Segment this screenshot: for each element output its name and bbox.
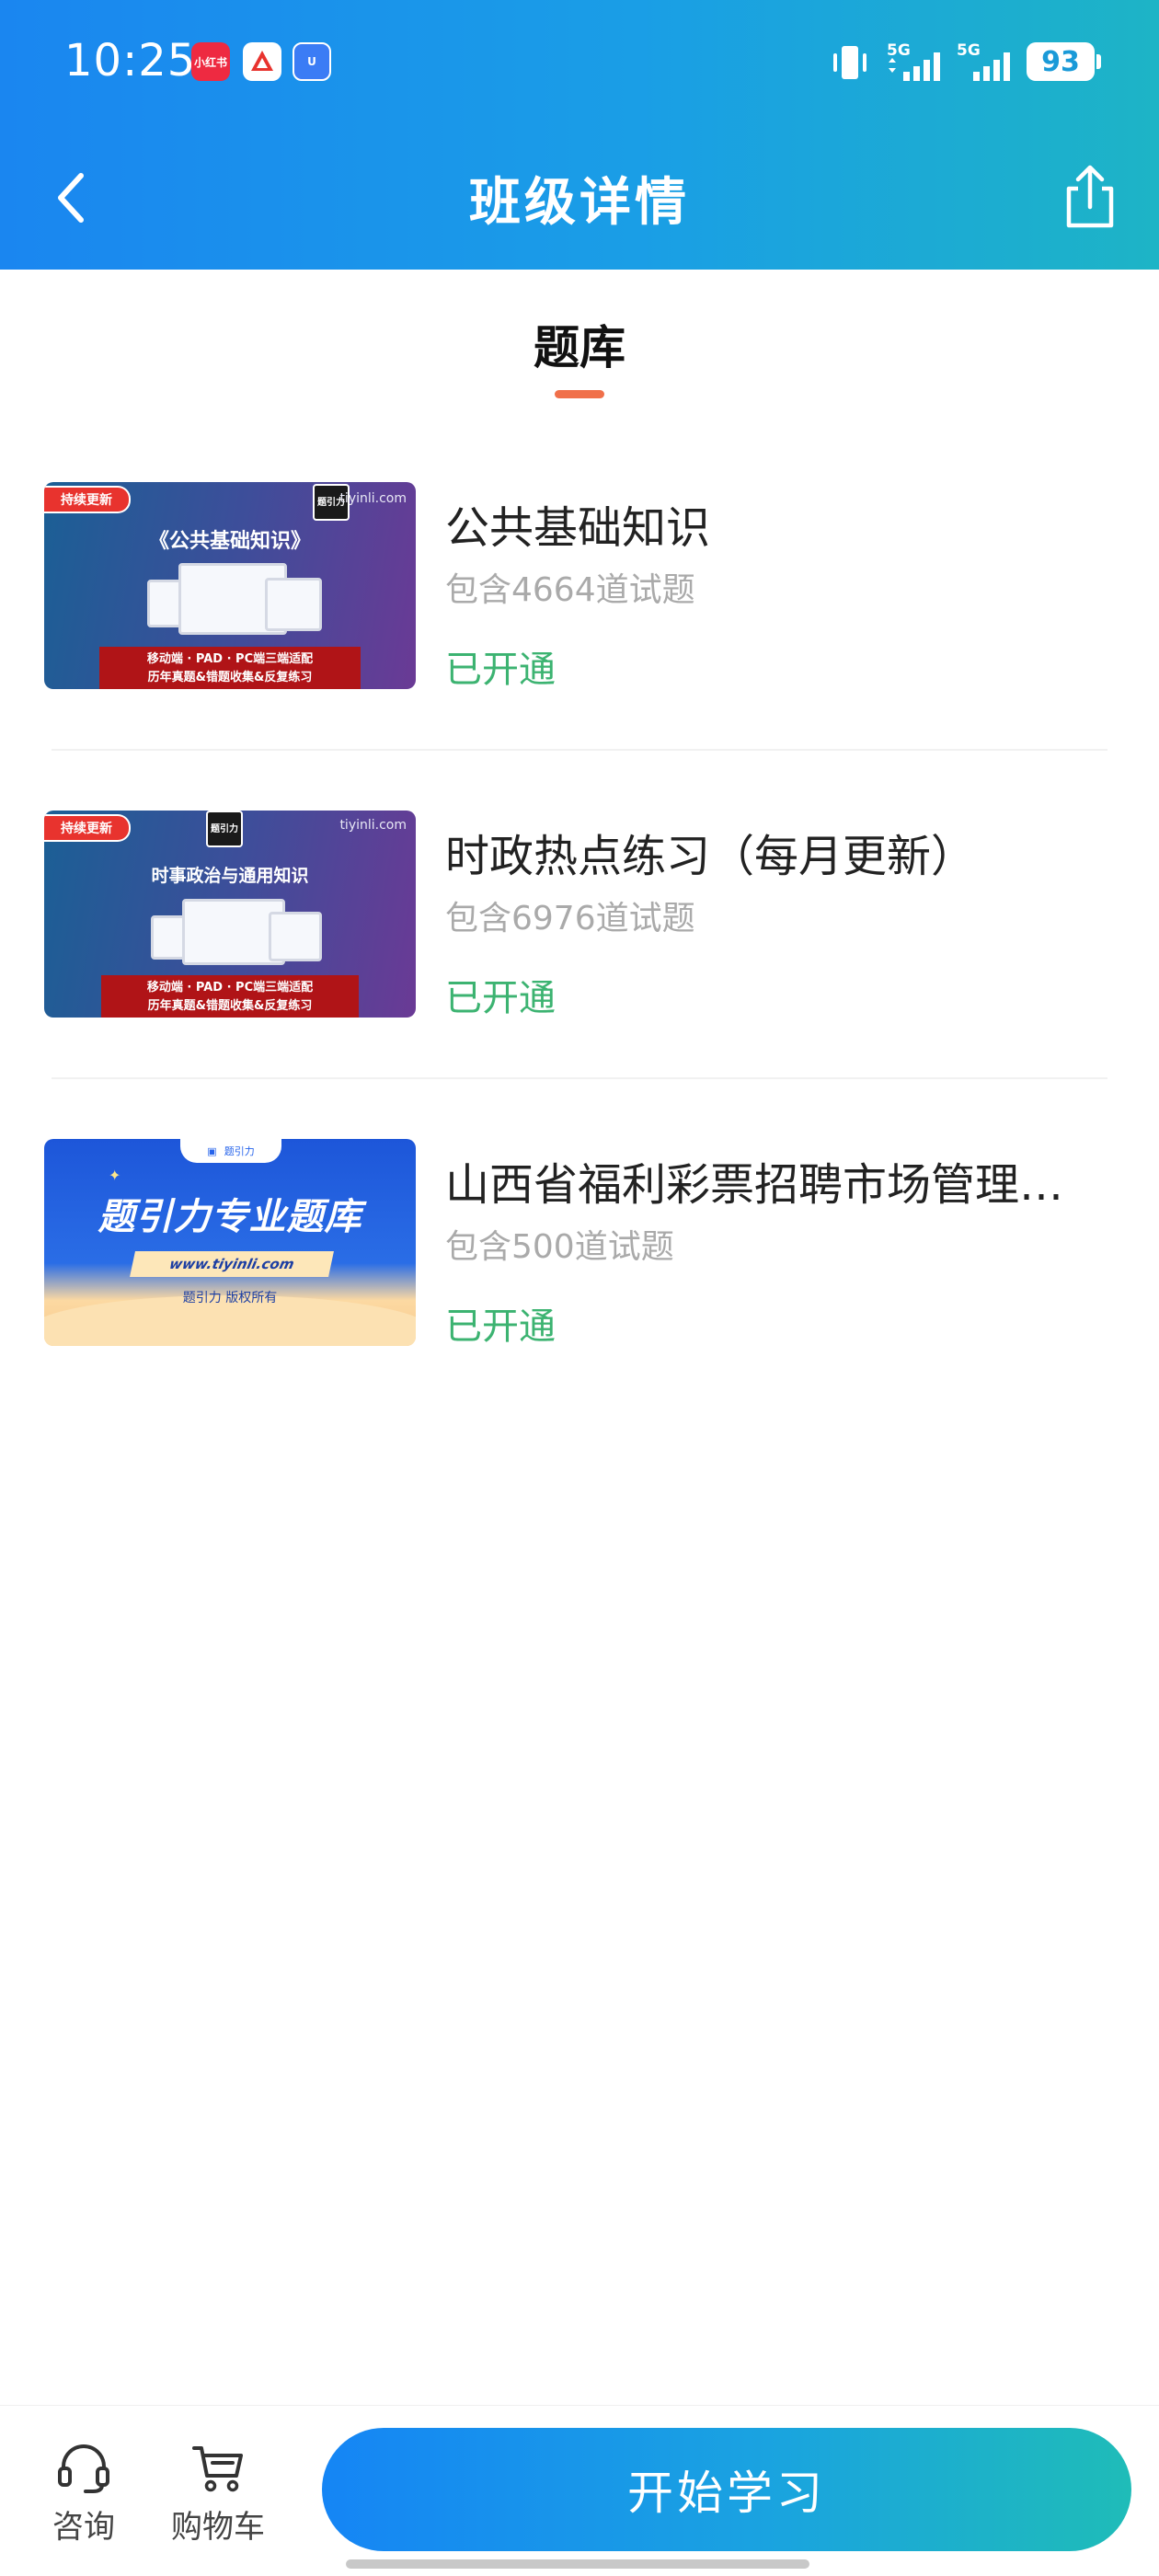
thumbnail-tab: ▣ 题引力 <box>180 1139 281 1163</box>
tab-label: 题引力 <box>224 1145 255 1157</box>
thumbnail-copyright: 题引力 版权所有 <box>182 1291 278 1305</box>
bottom-action-bar: 咨询 购物车 开始学习 <box>0 2405 1159 2576</box>
question-bank-list: 持续更新 题引力 tiyinli.com 《公共基础知识》 移动端 · PAD … <box>0 460 1159 1445</box>
cart-button[interactable]: 购物车 <box>158 2406 278 2553</box>
svg-text:5G: 5G <box>887 41 911 60</box>
thumbnail-heading: 题引力专业题库 <box>98 1196 362 1238</box>
page-title: 班级详情 <box>469 173 690 233</box>
thumbnail-banner: 移动端 · PAD · PC端三端适配 历年真题&错题收集&反复练习 <box>101 975 359 1018</box>
tab-logo-icon: ▣ <box>207 1144 217 1157</box>
signal-5g-icon-2: 5G <box>957 41 1010 81</box>
thumbnail-banner: 移动端 · PAD · PC端三端适配 历年真题&错题收集&反复练习 <box>99 647 361 689</box>
brand-logo: 题引力 <box>206 811 243 847</box>
phone-mockup <box>151 915 186 960</box>
consult-button[interactable]: 咨询 <box>24 2406 143 2553</box>
course-thumbnail: ▣ 题引力 ✦ 题引力专业题库 www.tiyinli.com 题引力 版权所有 <box>44 1139 416 1346</box>
item-question-count: 包含4664道试题 <box>445 571 695 609</box>
list-item-shanxi-lottery[interactable]: ▣ 题引力 ✦ 题引力专业题库 www.tiyinli.com 题引力 版权所有… <box>0 1117 1159 1445</box>
status-bar: 10:25 小红书 U 5G 5G 93 <box>0 0 1159 124</box>
item-status: 已开通 <box>445 1305 556 1348</box>
consult-label: 咨询 <box>52 2509 115 2546</box>
headset-icon <box>58 2444 109 2493</box>
sparkle-icon: ✦ <box>109 1167 121 1184</box>
brand-url: tiyinli.com <box>339 818 407 833</box>
section-title-question-bank[interactable]: 题库 <box>0 311 1159 377</box>
item-status: 已开通 <box>445 977 556 1019</box>
item-title: 山西省福利彩票招聘市场管理… <box>445 1159 1064 1211</box>
thumbnail-heading: 《公共基础知识》 <box>148 530 311 553</box>
item-question-count: 包含500道试题 <box>445 1228 674 1266</box>
signal-5g-icon: 5G <box>887 41 940 81</box>
item-question-count: 包含6976道试题 <box>445 900 695 937</box>
brand-url: tiyinli.com <box>339 491 407 506</box>
tablet-mockup <box>269 912 322 961</box>
item-title: 公共基础知识 <box>445 502 711 554</box>
banner-line-1: 移动端 · PAD · PC端三端适配 <box>146 652 314 666</box>
course-thumbnail: 持续更新 题引力 tiyinli.com 《公共基础知识》 移动端 · PAD … <box>44 482 416 689</box>
banner-line-2: 历年真题&错题收集&反复练习 <box>147 671 313 684</box>
app-notification-icon <box>243 42 281 81</box>
thumbnail-url: www.tiyinli.com <box>130 1251 334 1277</box>
thumbnail-heading: 时事政治与通用知识 <box>151 866 309 886</box>
home-indicator[interactable] <box>346 2559 809 2569</box>
item-title: 时政热点练习（每月更新） <box>445 831 976 882</box>
battery-indicator: 93 <box>1027 42 1101 81</box>
app-header: 10:25 小红书 U 5G 5G 93 班级详情 <box>0 0 1159 270</box>
shield-app-icon: U <box>293 42 331 81</box>
cart-label: 购物车 <box>171 2509 265 2546</box>
navigation-bar: 班级详情 <box>0 124 1159 270</box>
share-icon[interactable] <box>1058 159 1122 233</box>
tablet-mockup <box>265 578 322 631</box>
section-tab-indicator <box>555 390 604 398</box>
status-time: 10:25 <box>64 35 197 86</box>
list-item-public-knowledge[interactable]: 持续更新 题引力 tiyinli.com 《公共基础知识》 移动端 · PAD … <box>0 460 1159 788</box>
divider <box>52 749 1107 751</box>
course-thumbnail: 持续更新 题引力 tiyinli.com 时事政治与通用知识 移动端 · PAD… <box>44 811 416 1018</box>
banner-line-2: 历年真题&错题收集&反复练习 <box>147 999 313 1013</box>
divider <box>52 1077 1107 1079</box>
vibrate-icon <box>833 46 866 79</box>
xiaohongshu-app-icon: 小红书 <box>191 42 230 81</box>
update-badge: 持续更新 <box>44 486 131 513</box>
update-badge: 持续更新 <box>44 814 131 842</box>
start-learning-button[interactable]: 开始学习 <box>322 2428 1131 2551</box>
cart-icon <box>192 2446 243 2492</box>
svg-text:5G: 5G <box>957 41 981 60</box>
banner-line-1: 移动端 · PAD · PC端三端适配 <box>146 981 314 995</box>
item-status: 已开通 <box>445 649 556 691</box>
list-item-current-affairs[interactable]: 持续更新 题引力 tiyinli.com 时事政治与通用知识 移动端 · PAD… <box>0 788 1159 1117</box>
